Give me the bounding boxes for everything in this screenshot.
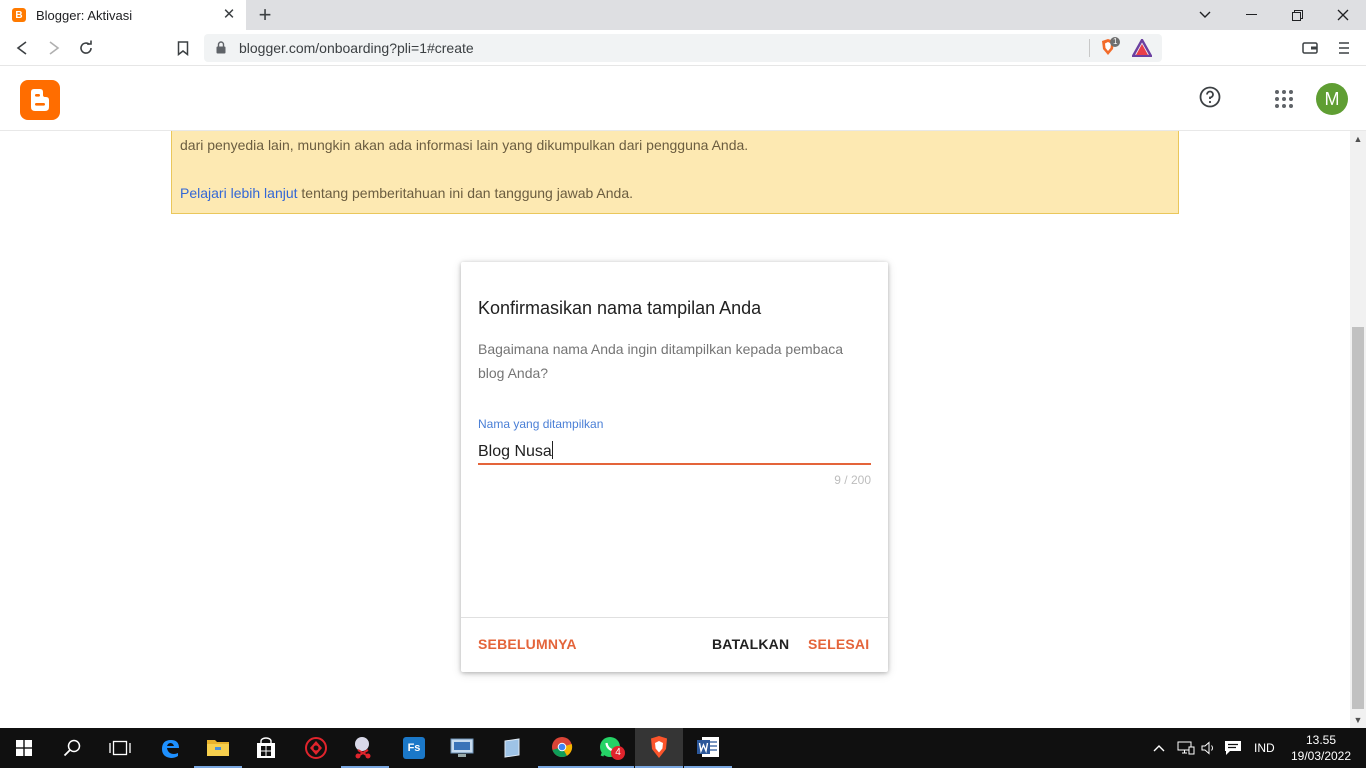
- tab-search-icon[interactable]: [1182, 0, 1228, 30]
- wallet-icon[interactable]: [1298, 36, 1322, 60]
- chrome-icon[interactable]: [538, 728, 586, 768]
- dialog-title: Konfirmasikan nama tampilan Anda: [478, 298, 762, 318]
- photoscape-icon[interactable]: Fs: [390, 728, 438, 768]
- apps-grid-icon[interactable]: [1275, 90, 1293, 113]
- privacy-notice-banner: dari penyedia lain, mungkin akan ada inf…: [171, 131, 1179, 214]
- shield-count-badge: 1: [1110, 37, 1121, 47]
- display-name-value: Blog Nusa: [478, 443, 552, 460]
- store-icon[interactable]: [242, 728, 290, 768]
- app-red-icon[interactable]: [292, 728, 340, 768]
- notification-message-icon[interactable]: [1224, 728, 1242, 768]
- edge-icon[interactable]: [146, 728, 194, 768]
- cancel-button[interactable]: BATALKAN: [712, 636, 789, 652]
- browser-tab-strip: B Blogger: Aktivasi ✕ +: [0, 0, 1366, 30]
- dialog-description: Bagaimana nama Anda ingin ditampilkan ke…: [478, 341, 844, 381]
- restore-button[interactable]: [1274, 0, 1320, 30]
- close-window-button[interactable]: [1320, 0, 1366, 30]
- start-button[interactable]: [0, 728, 48, 768]
- page-scrollbar[interactable]: ▲ ▼: [1350, 131, 1366, 728]
- display-name-input[interactable]: Blog Nusa: [478, 441, 553, 461]
- scrollbar-thumb[interactable]: [1352, 327, 1364, 709]
- scroll-up-icon[interactable]: ▲: [1350, 131, 1366, 147]
- tablet-app-icon[interactable]: [488, 728, 536, 768]
- blogger-favicon-icon: B: [12, 8, 26, 22]
- done-button[interactable]: SELESAI: [808, 636, 869, 652]
- search-icon[interactable]: [48, 728, 96, 768]
- display-name-label: Nama yang ditampilkan: [478, 417, 604, 431]
- tray-expand-icon[interactable]: [1153, 728, 1165, 768]
- url-text: blogger.com/onboarding?pli=1#create: [239, 40, 474, 56]
- browser-toolbar: blogger.com/onboarding?pli=1#create 1: [0, 30, 1366, 66]
- minimize-button[interactable]: [1228, 0, 1274, 30]
- notice-text-rest: tentang pemberitahuan ini dan tanggung j…: [297, 185, 634, 201]
- network-icon[interactable]: [1177, 728, 1195, 768]
- browser-tab-blogger[interactable]: B Blogger: Aktivasi ✕: [0, 0, 246, 30]
- snipping-tool-icon[interactable]: [341, 728, 389, 768]
- language-indicator[interactable]: IND: [1254, 728, 1275, 768]
- tab-title: Blogger: Aktivasi: [36, 7, 133, 23]
- blogger-header: M: [0, 67, 1366, 131]
- text-cursor: [551, 441, 553, 459]
- new-tab-button[interactable]: +: [254, 3, 276, 27]
- forward-button[interactable]: [42, 36, 66, 60]
- notice-text-line2: Pelajari lebih lanjut tentang pemberitah…: [180, 185, 633, 201]
- avatar[interactable]: M: [1316, 83, 1348, 115]
- close-tab-icon[interactable]: ✕: [220, 6, 238, 24]
- back-button[interactable]: [10, 36, 34, 60]
- whatsapp-icon[interactable]: 4: [586, 728, 634, 768]
- scroll-down-icon[interactable]: ▼: [1350, 712, 1366, 728]
- word-icon[interactable]: [684, 728, 732, 768]
- learn-more-link[interactable]: Pelajari lebih lanjut: [180, 185, 298, 201]
- windows-taskbar: Fs 4 IND 13.55 19/03/2022: [0, 728, 1366, 768]
- clock-time: 13.55: [1305, 733, 1337, 747]
- volume-icon[interactable]: [1201, 728, 1217, 768]
- bookmark-icon[interactable]: [171, 36, 195, 60]
- task-view-icon[interactable]: [96, 728, 144, 768]
- clock-date: 19/03/2022: [1290, 749, 1352, 763]
- brave-browser-icon[interactable]: [635, 728, 683, 768]
- menu-icon[interactable]: [1332, 36, 1356, 60]
- char-counter: 9 / 200: [834, 473, 871, 487]
- whatsapp-badge: 4: [611, 746, 625, 760]
- omnibox-divider: [1089, 39, 1090, 57]
- clock[interactable]: 13.55 19/03/2022: [1290, 728, 1352, 768]
- lock-icon: [216, 41, 226, 54]
- brave-rewards-icon[interactable]: [1130, 37, 1154, 62]
- input-underline: [478, 463, 871, 465]
- dialog-divider: [461, 617, 888, 618]
- reload-button[interactable]: [74, 36, 98, 60]
- brave-shield-icon[interactable]: 1: [1100, 37, 1121, 58]
- previous-button[interactable]: SEBELUMNYA: [478, 636, 577, 652]
- blogger-logo-icon[interactable]: [20, 80, 60, 120]
- notice-text-line1: dari penyedia lain, mungkin akan ada inf…: [180, 137, 749, 153]
- address-bar[interactable]: blogger.com/onboarding?pli=1#create 1: [204, 34, 1162, 62]
- network-app-icon[interactable]: [438, 728, 486, 768]
- file-explorer-icon[interactable]: [194, 728, 242, 768]
- help-icon[interactable]: [1199, 86, 1221, 113]
- display-name-dialog: Konfirmasikan nama tampilan Anda Bagaima…: [461, 262, 888, 672]
